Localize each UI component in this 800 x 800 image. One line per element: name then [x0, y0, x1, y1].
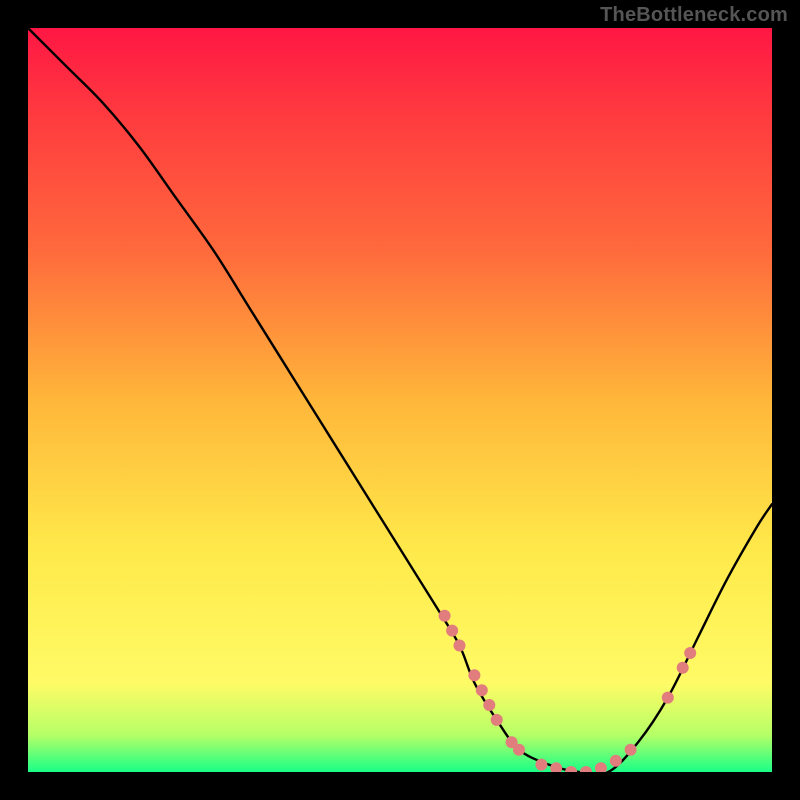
plot-area	[28, 28, 772, 772]
sample-dot	[483, 699, 495, 711]
sample-dot	[662, 692, 674, 704]
sample-dot	[468, 669, 480, 681]
sample-dot	[684, 647, 696, 659]
sample-dot	[446, 625, 458, 637]
sample-dot	[454, 640, 466, 652]
watermark-text: TheBottleneck.com	[600, 4, 788, 27]
sample-dot	[491, 714, 503, 726]
chart-frame: TheBottleneck.com	[0, 0, 800, 800]
highlight-dots	[28, 28, 772, 772]
sample-dot	[476, 684, 488, 696]
sample-dot	[513, 744, 525, 756]
sample-dot	[565, 766, 577, 772]
sample-dot	[677, 662, 689, 674]
sample-dot	[439, 610, 451, 622]
sample-dot	[580, 766, 592, 772]
sample-dot	[595, 762, 607, 772]
sample-dot	[535, 759, 547, 771]
sample-dot	[625, 744, 637, 756]
sample-dot	[550, 762, 562, 772]
sample-dot	[610, 755, 622, 767]
